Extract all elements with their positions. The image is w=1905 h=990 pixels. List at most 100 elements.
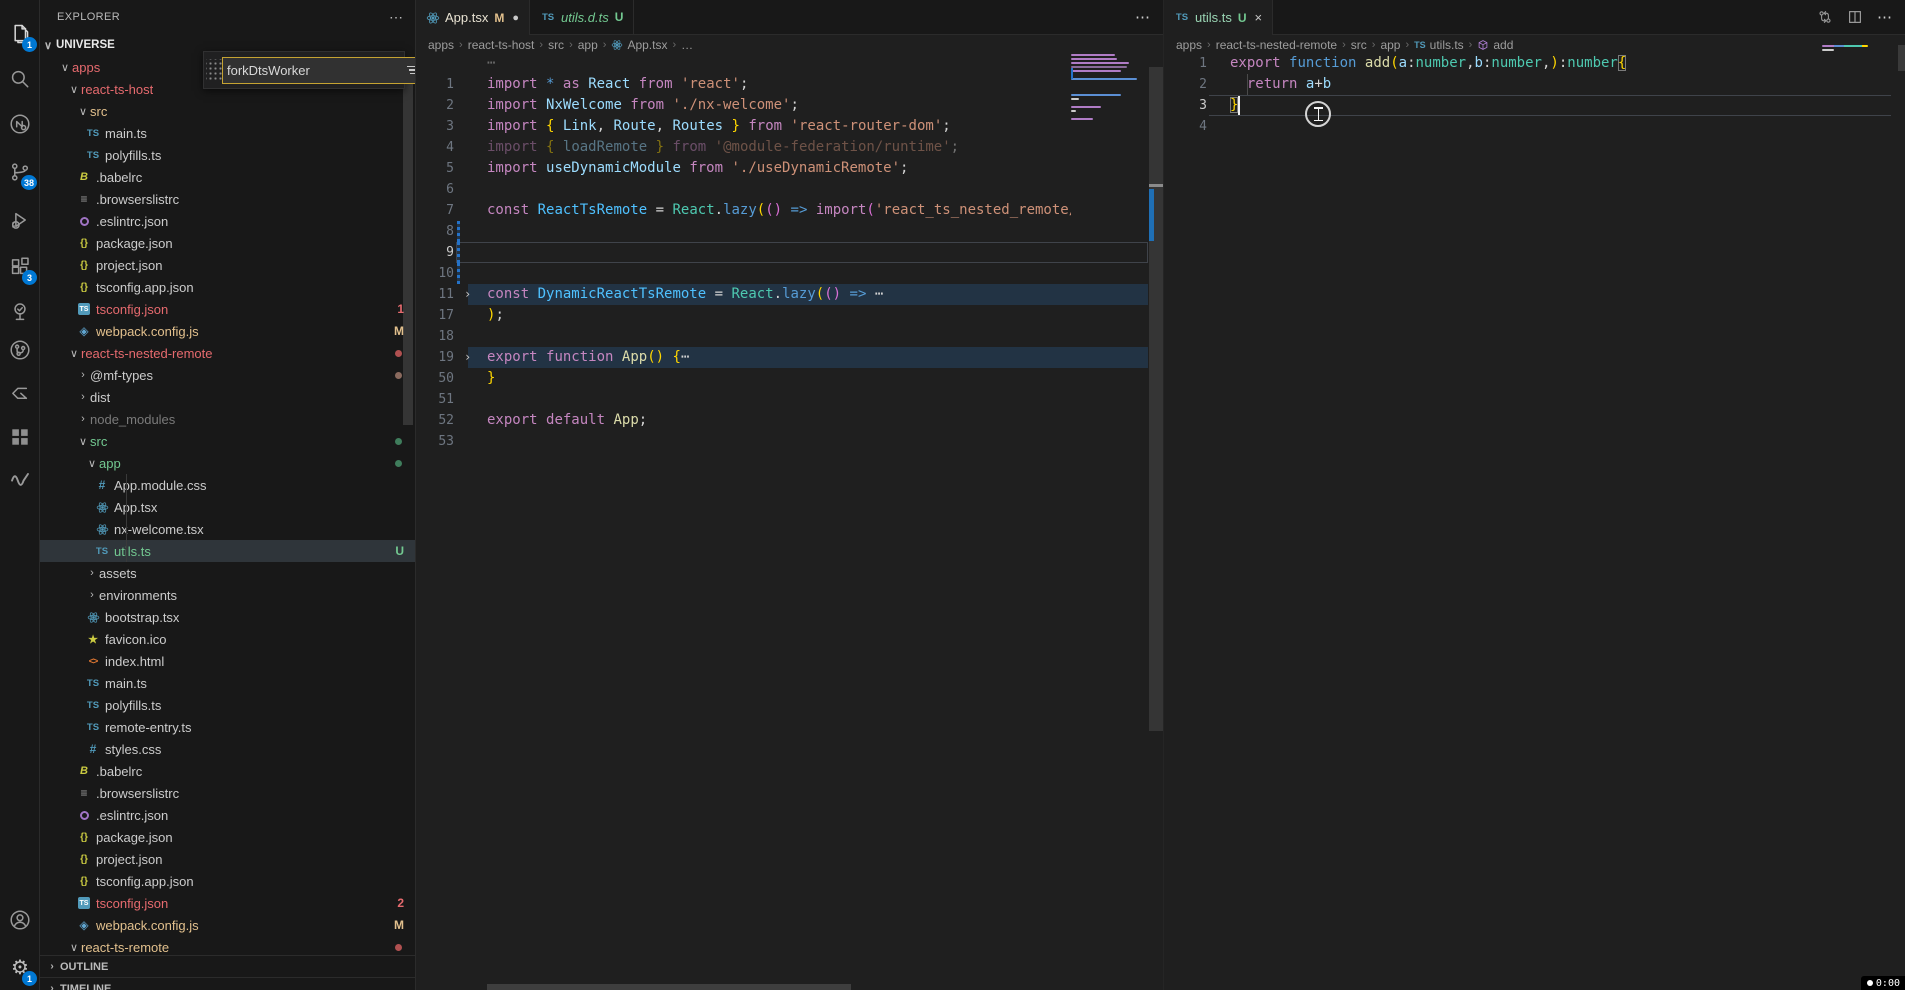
tree-item-main.ts[interactable]: TSmain.ts xyxy=(40,122,415,144)
tree-item-webpack.config.js[interactable]: ◈webpack.config.jsM xyxy=(40,320,415,342)
code-line-4[interactable]: 4 xyxy=(1164,116,1905,137)
split-editor-icon[interactable] xyxy=(1847,9,1863,25)
find-input[interactable] xyxy=(223,63,407,78)
tree-item-main.ts[interactable]: TSmain.ts xyxy=(40,672,415,694)
tree-item-dist[interactable]: ›dist xyxy=(40,386,415,408)
code-line-18[interactable]: 18 xyxy=(416,326,1163,347)
activity-project-graph-icon[interactable] xyxy=(0,330,40,370)
minimap[interactable] xyxy=(1071,54,1149,122)
close-icon[interactable]: × xyxy=(1255,10,1263,25)
breadcrumb-item[interactable]: ›add xyxy=(1464,38,1514,52)
tree-item-.babelrc[interactable]: B.babelrc xyxy=(40,166,415,188)
tree-item-bootstrap.tsx[interactable]: bootstrap.tsx xyxy=(40,606,415,628)
breadcrumb-item[interactable]: apps xyxy=(428,38,454,52)
tree-item-tsconfig.json[interactable]: TStsconfig.json2 xyxy=(40,892,415,914)
breadcrumb-item[interactable]: ›App.tsx xyxy=(598,38,668,52)
code-line-8[interactable]: 8 xyxy=(416,221,1163,242)
tree-item-react-ts-nested-remote[interactable]: ∨react-ts-nested-remote xyxy=(40,342,415,364)
outline-section[interactable]: › OUTLINE xyxy=(40,955,415,977)
tree-item-.eslintrc.json[interactable]: .eslintrc.json xyxy=(40,210,415,232)
breadcrumb-item[interactable]: ›react-ts-host xyxy=(454,38,534,52)
code-line-3[interactable]: 3} xyxy=(1164,95,1905,116)
scrollbar[interactable] xyxy=(1149,0,1163,990)
code-line-9[interactable]: 9 xyxy=(416,242,1163,263)
tree-item-App.tsx[interactable]: App.tsx xyxy=(40,496,415,518)
sidebar-more-icon[interactable]: ⋯ xyxy=(389,9,403,26)
tree-item-nx-welcome.tsx[interactable]: nx-welcome.tsx xyxy=(40,518,415,540)
code-line-51[interactable]: 51 xyxy=(416,389,1163,410)
breadcrumb-item[interactable]: ›react-ts-nested-remote xyxy=(1202,38,1337,52)
code-line-52[interactable]: 52export default App; xyxy=(416,410,1163,431)
tree-item-project.json[interactable]: {}project.json xyxy=(40,848,415,870)
breadcrumb-item[interactable]: ›… xyxy=(667,38,693,52)
tree-item-index.html[interactable]: <>index.html xyxy=(40,650,415,672)
tree-item-webpack.config.js[interactable]: ◈webpack.config.jsM xyxy=(40,914,415,936)
code-line-3[interactable]: 3import { Link, Route, Routes } from 're… xyxy=(416,116,1163,137)
activity-search-icon[interactable] xyxy=(0,59,40,99)
filter-icon[interactable] xyxy=(407,66,415,75)
tree-item-package.json[interactable]: {}package.json xyxy=(40,826,415,848)
activity-accounts-icon[interactable] xyxy=(0,900,40,940)
tree-item-tsconfig.app.json[interactable]: {}tsconfig.app.json xyxy=(40,870,415,892)
tab-App.tsx[interactable]: App.tsxM● xyxy=(416,0,530,35)
tab-utils.ts[interactable]: TSutils.tsU× xyxy=(1164,0,1273,35)
code-line-4[interactable]: 4import { loadRemote } from '@module-fed… xyxy=(416,137,1163,158)
activity-grid-icon[interactable] xyxy=(0,417,40,457)
tree-item-assets[interactable]: ›assets xyxy=(40,562,415,584)
tree-item-react-ts-remote[interactable]: ∨react-ts-remote xyxy=(40,936,415,955)
tree-item-.browserslistrc[interactable]: ≡.browserslistrc xyxy=(40,188,415,210)
tree-item-package.json[interactable]: {}package.json xyxy=(40,232,415,254)
code-line-53[interactable]: 53 xyxy=(416,431,1163,452)
code-line-50[interactable]: 50} xyxy=(416,368,1163,389)
compare-changes-icon[interactable] xyxy=(1817,9,1833,25)
code-line-5[interactable]: 5import useDynamicModule from './useDyna… xyxy=(416,158,1163,179)
code-editor-app-tsx[interactable]: ⋯1import * as React from 'react';2import… xyxy=(416,53,1163,990)
tab-utils.d.ts[interactable]: TSutils.d.tsU xyxy=(530,0,634,34)
tree-item-src[interactable]: ∨src xyxy=(40,100,415,122)
fold-chevron-icon[interactable]: › xyxy=(464,284,471,305)
breadcrumb-item[interactable]: ›app xyxy=(564,38,598,52)
activity-wallaby-icon[interactable] xyxy=(0,457,40,497)
tree-item-node_modules[interactable]: ›node_modules xyxy=(40,408,415,430)
tree-item-tsconfig.json[interactable]: TStsconfig.json1 xyxy=(40,298,415,320)
tree-item-remote-entry.ts[interactable]: TSremote-entry.ts xyxy=(40,716,415,738)
code-line-7[interactable]: 7const ReactTsRemote = React.lazy(() => … xyxy=(416,200,1163,221)
tree-item-favicon.ico[interactable]: ★favicon.ico xyxy=(40,628,415,650)
tree-item-App.module.css[interactable]: #App.module.css xyxy=(40,474,415,496)
breadcrumb-item[interactable]: ›TSutils.ts xyxy=(1400,38,1463,52)
code-line-1[interactable]: 1export function add(a:number,b:number,)… xyxy=(1164,53,1905,74)
scrollbar-thumb[interactable] xyxy=(1898,45,1905,71)
code-line-6[interactable]: 6 xyxy=(416,179,1163,200)
activity-extensions-icon[interactable]: 3 xyxy=(0,247,40,287)
minimap[interactable] xyxy=(1822,45,1900,53)
activity-source-control-icon[interactable]: 38 xyxy=(0,152,40,192)
code-line-11[interactable]: 11›const DynamicReactTsRemote = React.la… xyxy=(416,284,1163,305)
tree-item-tsconfig.app.json[interactable]: {}tsconfig.app.json xyxy=(40,276,415,298)
tree-item-polyfills.ts[interactable]: TSpolyfills.ts xyxy=(40,144,415,166)
tree-item-.browserslistrc[interactable]: ≡.browserslistrc xyxy=(40,782,415,804)
activity-testing-icon[interactable] xyxy=(0,292,40,332)
code-editor-utils-ts[interactable]: 1export function add(a:number,b:number,)… xyxy=(1164,53,1905,990)
scrollbar-thumb[interactable] xyxy=(1149,67,1163,731)
tree-item-project.json[interactable]: {}project.json xyxy=(40,254,415,276)
breadcrumb-item[interactable]: apps xyxy=(1176,38,1202,52)
dirty-dot-icon[interactable]: ● xyxy=(512,12,519,24)
code-line-19[interactable]: 19›export function App() {⋯ xyxy=(416,347,1163,368)
activity-nx-console-icon[interactable] xyxy=(0,104,40,144)
activity-explorer-icon[interactable]: 1 xyxy=(0,14,40,54)
code-line[interactable]: ⋯ xyxy=(416,53,1163,74)
code-line-17[interactable]: 17); xyxy=(416,305,1163,326)
more-actions-icon[interactable]: ⋯ xyxy=(1877,8,1893,26)
tree-item-environments[interactable]: ›environments xyxy=(40,584,415,606)
fold-chevron-icon[interactable]: › xyxy=(464,347,471,368)
code-line-2[interactable]: 2import NxWelcome from './nx-welcome'; xyxy=(416,95,1163,116)
tree-item-.eslintrc.json[interactable]: .eslintrc.json xyxy=(40,804,415,826)
tree-item-.babelrc[interactable]: B.babelrc xyxy=(40,760,415,782)
tree-item-@mf-types[interactable]: ›@mf-types xyxy=(40,364,415,386)
tree-item-src[interactable]: ∨src xyxy=(40,430,415,452)
sidebar-scrollbar[interactable] xyxy=(403,57,413,425)
timeline-section[interactable]: › TIMELINE xyxy=(40,977,415,990)
breadcrumb-item[interactable]: ›src xyxy=(534,38,564,52)
activity-settings-icon[interactable]: ⚙1 xyxy=(0,948,40,988)
tree-item-app[interactable]: ∨app xyxy=(40,452,415,474)
